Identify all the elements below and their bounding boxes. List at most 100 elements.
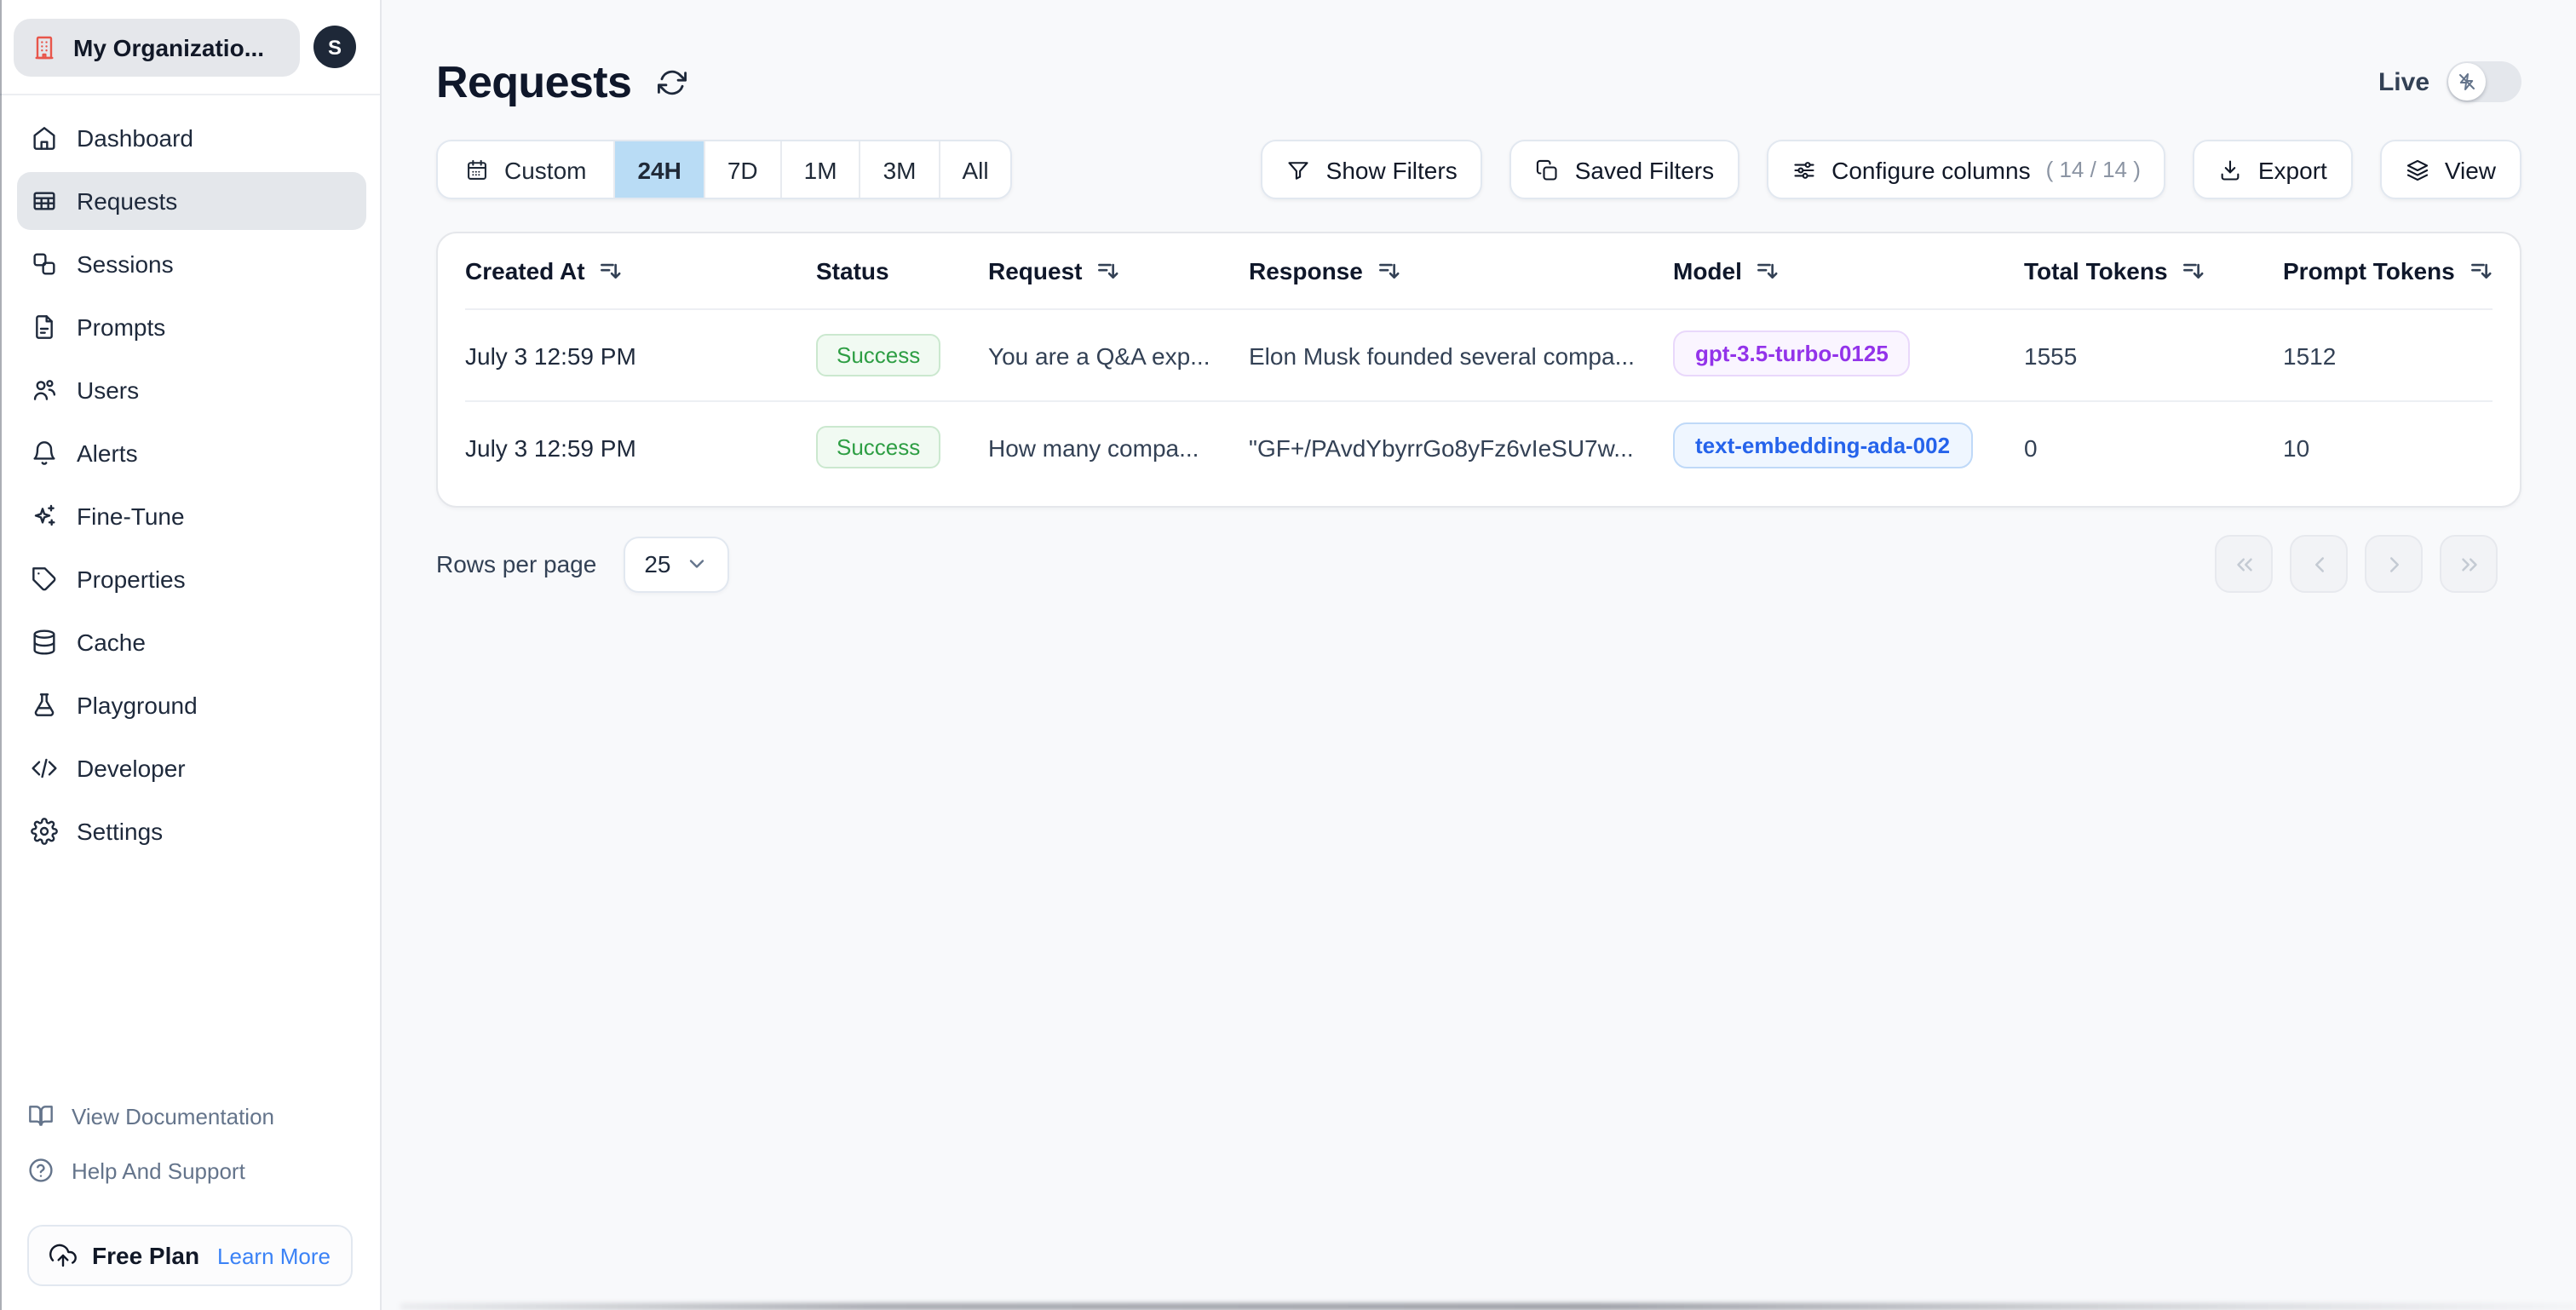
plan-label: Free Plan (92, 1242, 200, 1269)
sidebar-item-label: Playground (77, 692, 198, 719)
sidebar-footer: View Documentation Help And Support Free… (0, 1102, 380, 1310)
chevron-left-icon (2306, 551, 2332, 577)
first-page-button[interactable] (2215, 535, 2273, 593)
app-window: My Organizatio... S Dashboard Requests S… (0, 0, 2576, 1310)
sort-icon[interactable] (599, 259, 623, 283)
sidebar-item-fine-tune[interactable]: Fine-Tune (17, 487, 366, 545)
sidebar-item-label: Cache (77, 629, 146, 656)
sidebar-item-properties[interactable]: Properties (17, 550, 366, 608)
cell-created-at: July 3 12:59 PM (465, 342, 636, 369)
previous-page-button[interactable] (2290, 535, 2348, 593)
saved-filters-label: Saved Filters (1574, 156, 1715, 183)
sort-icon[interactable] (1095, 259, 1119, 283)
column-header-request[interactable]: Request (988, 257, 1249, 284)
time-range-custom[interactable]: Custom (438, 141, 613, 198)
last-page-button[interactable] (2440, 535, 2498, 593)
sidebar-item-users[interactable]: Users (17, 361, 366, 419)
time-range-24h[interactable]: 24H (613, 141, 704, 198)
cell-request: You are a Q&A exp... (988, 342, 1210, 369)
show-filters-label: Show Filters (1325, 156, 1458, 183)
sidebar-header: My Organizatio... S (0, 0, 380, 95)
column-label: Status (816, 257, 889, 284)
view-documentation-label: View Documentation (72, 1103, 274, 1129)
cell-status: Success (816, 426, 988, 468)
cell-request: How many compa... (988, 434, 1199, 461)
table-row[interactable]: July 3 12:59 PM Success How many compa..… (465, 400, 2493, 492)
column-header-total-tokens[interactable]: Total Tokens (2024, 257, 2283, 284)
sidebar-item-cache[interactable]: Cache (17, 613, 366, 671)
flask-icon (31, 692, 58, 719)
column-header-status[interactable]: Status (816, 257, 988, 284)
time-range-label: 1M (803, 156, 837, 183)
configure-columns-button[interactable]: Configure columns ( 14 / 14 ) (1767, 140, 2166, 199)
next-page-button[interactable] (2365, 535, 2423, 593)
toolbar-buttons: Show Filters Saved Filters Configure col… (1261, 140, 2521, 199)
tag-icon (31, 566, 58, 593)
table-row[interactable]: July 3 12:59 PM Success You are a Q&A ex… (465, 308, 2493, 400)
layers-icon (2406, 158, 2429, 181)
cell-response: Elon Musk founded several compa... (1249, 342, 1635, 369)
time-range-label: 3M (883, 156, 917, 183)
sort-icon[interactable] (1377, 259, 1400, 283)
learn-more-link[interactable]: Learn More (217, 1243, 331, 1268)
calendar-icon (465, 158, 489, 181)
view-documentation-link[interactable]: View Documentation (27, 1102, 353, 1129)
cell-total-tokens: 0 (2024, 434, 2038, 461)
time-range-label: All (962, 156, 989, 183)
sidebar-item-developer[interactable]: Developer (17, 739, 366, 797)
sessions-icon (31, 250, 58, 278)
saved-filters-button[interactable]: Saved Filters (1509, 140, 1740, 199)
refresh-icon[interactable] (657, 67, 687, 96)
cell-created-at: July 3 12:59 PM (465, 434, 636, 461)
free-plan-button[interactable]: Free Plan Learn More (27, 1225, 353, 1286)
cell-prompt-tokens: 1512 (2283, 342, 2337, 369)
sidebar-item-settings[interactable]: Settings (17, 802, 366, 860)
sidebar-item-label: Dashboard (77, 124, 193, 152)
toolbar: Custom 24H 7D 1M 3M All Show Filters Sav… (436, 140, 2521, 199)
column-label: Prompt Tokens (2283, 257, 2455, 284)
sidebar-item-playground[interactable]: Playground (17, 676, 366, 734)
sort-icon[interactable] (2469, 259, 2493, 283)
time-range-label: Custom (504, 156, 587, 183)
building-icon (31, 33, 58, 60)
time-range-3m[interactable]: 3M (859, 141, 939, 198)
funnel-icon (1287, 158, 1311, 181)
column-header-response[interactable]: Response (1249, 257, 1673, 284)
copy-icon (1536, 158, 1560, 181)
column-header-prompt-tokens[interactable]: Prompt Tokens (2283, 257, 2493, 284)
sort-icon[interactable] (1756, 259, 1780, 283)
sidebar-item-alerts[interactable]: Alerts (17, 424, 366, 482)
sidebar-item-sessions[interactable]: Sessions (17, 235, 366, 293)
live-label: Live (2378, 67, 2429, 96)
main-content: Requests Live Custom 24H 7D 1M 3M All Sh… (382, 0, 2576, 1310)
org-switcher-button[interactable]: My Organizatio... (14, 18, 300, 76)
help-and-support-link[interactable]: Help And Support (27, 1157, 353, 1184)
gear-icon (31, 818, 58, 845)
rows-per-page-select[interactable]: 25 (624, 536, 729, 592)
column-header-model[interactable]: Model (1673, 257, 2024, 284)
time-range-all[interactable]: All (938, 141, 1010, 198)
avatar[interactable]: S (313, 26, 356, 68)
sidebar-item-prompts[interactable]: Prompts (17, 298, 366, 356)
download-icon (2219, 158, 2243, 181)
question-circle-icon (27, 1157, 55, 1184)
column-header-created-at[interactable]: Created At (465, 257, 816, 284)
requests-table-card: Created At Status Request Response Model (436, 232, 2521, 508)
cell-total-tokens: 1555 (2024, 342, 2078, 369)
show-filters-button[interactable]: Show Filters (1261, 140, 1483, 199)
sidebar-item-dashboard[interactable]: Dashboard (17, 109, 366, 167)
view-button[interactable]: View (2379, 140, 2521, 199)
cloud-upload-icon (49, 1242, 77, 1269)
sliders-icon (1792, 158, 1816, 181)
chevron-down-icon (685, 552, 709, 576)
page-header: Requests Live (436, 0, 2521, 104)
time-range-7d[interactable]: 7D (703, 141, 780, 198)
sidebar-item-requests[interactable]: Requests (17, 172, 366, 230)
time-range-1m[interactable]: 1M (779, 141, 860, 198)
export-button[interactable]: Export (2193, 140, 2353, 199)
sort-icon[interactable] (2182, 259, 2205, 283)
configure-columns-label: Configure columns (1831, 156, 2031, 183)
cell-model: text-embedding-ada-002 (1673, 422, 2024, 473)
live-toggle[interactable] (2447, 61, 2521, 102)
status-badge: Success (816, 426, 941, 468)
